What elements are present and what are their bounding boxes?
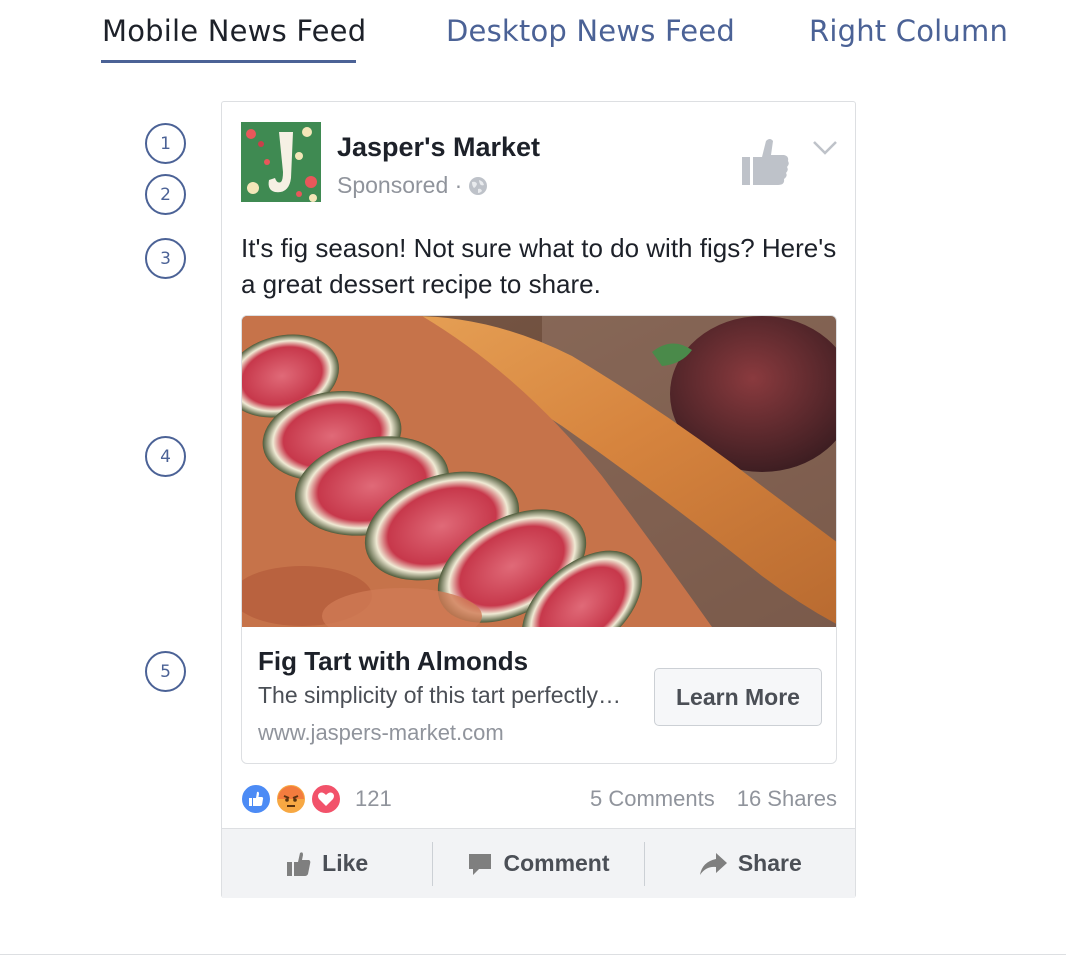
globe-icon [469,176,488,195]
post-text: It's fig season! Not sure what to do wit… [241,233,837,299]
comment-action-button[interactable]: Comment [433,829,643,898]
ad-preview-card: Jasper's Market Sponsored · It's fig sea… [221,101,856,898]
love-reaction-icon [310,783,342,815]
active-tab-underline [101,60,356,63]
ad-link-attachment[interactable]: Fig Tart with Almonds The simplicity of … [241,315,837,764]
comment-icon [469,853,492,875]
share-arrow-icon [699,852,727,875]
like-action-label: Like [322,850,369,876]
ad-headline[interactable]: Fig Tart with Almonds [258,646,528,677]
marker-3: 3 [145,238,186,279]
like-action-button[interactable]: Like [222,829,432,898]
reaction-count: 121 [355,786,392,811]
like-action-icon [287,851,311,876]
share-action-button[interactable]: Share [645,829,855,898]
marker-4: 4 [145,436,186,477]
angry-reaction-icon [275,783,307,815]
comments-count[interactable]: 5 Comments [590,786,715,812]
thumbs-up-icon[interactable] [740,135,792,187]
placement-tabs: Mobile News Feed Desktop News Feed Right… [0,0,1066,70]
page-name[interactable]: Jasper's Market [337,132,540,163]
ad-display-url[interactable]: www.jaspers-market.com [258,720,504,746]
tab-desktop-news-feed[interactable]: Desktop News Feed [446,14,735,48]
marker-1: 1 [145,123,186,164]
comment-action-label: Comment [503,850,610,876]
page-divider [0,954,1066,955]
learn-more-button[interactable]: Learn More [654,668,822,726]
marker-2: 2 [145,174,186,215]
like-reaction-icon [240,783,272,815]
share-action-label: Share [737,850,802,876]
marker-5: 5 [145,651,186,692]
ad-description: The simplicity of this tart perfectly… [258,682,621,708]
action-bar: Like Comment Share [222,828,855,898]
chevron-down-icon[interactable] [812,140,838,156]
sponsored-text: Sponsored · [337,172,463,198]
fig-tart-image[interactable] [242,316,837,627]
page-avatar[interactable] [241,122,321,202]
shares-count[interactable]: 16 Shares [737,786,837,812]
reactions-summary[interactable]: 121 [240,782,392,816]
tab-mobile-news-feed[interactable]: Mobile News Feed [102,14,366,48]
engagement-counts: 5 Comments 16 Shares [590,786,837,812]
sponsored-label: Sponsored · [337,172,488,199]
tab-right-column[interactable]: Right Column [809,14,1008,48]
